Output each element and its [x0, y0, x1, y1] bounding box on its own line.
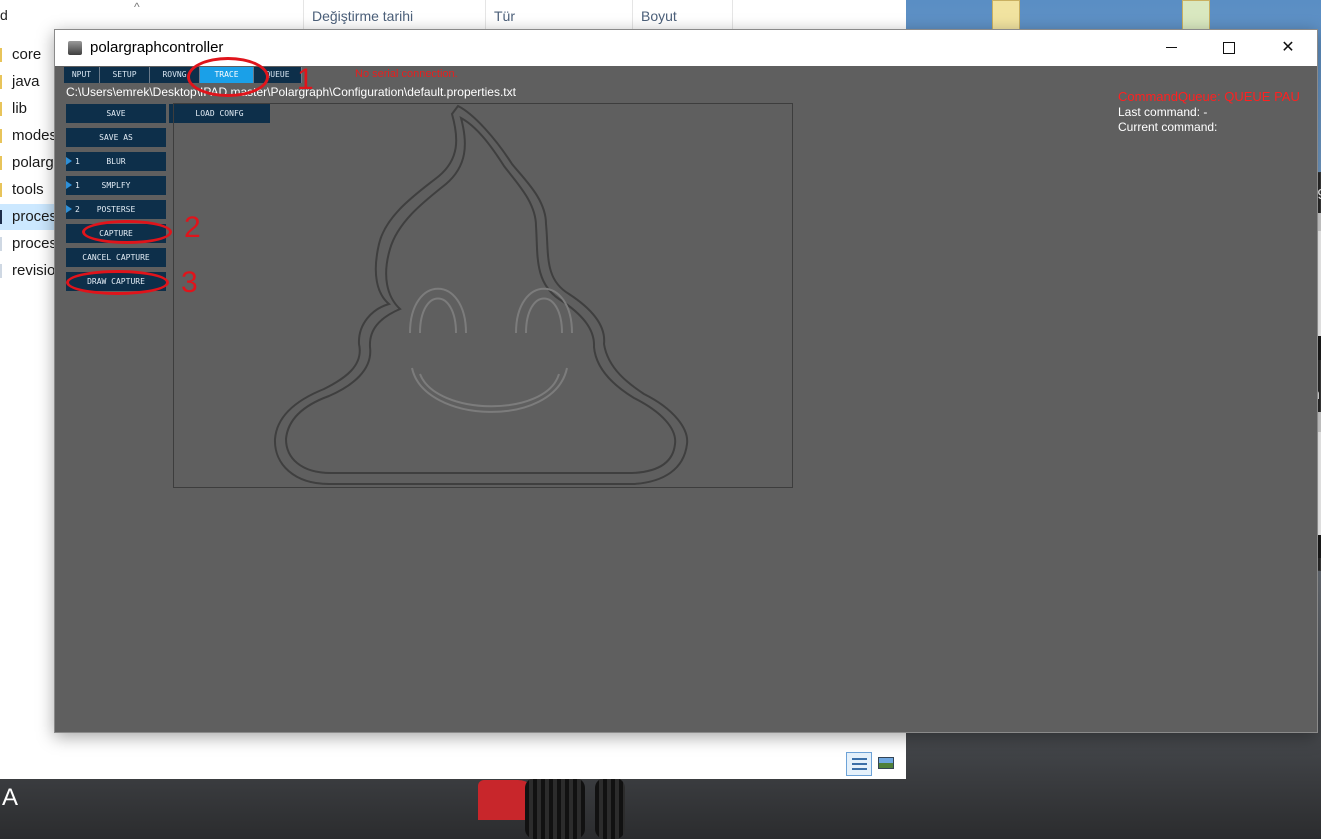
nav-item-revisions[interactable]: revisio [0, 258, 56, 284]
close-button[interactable]: ✕ [1259, 30, 1317, 66]
car-tire [525, 778, 585, 839]
app-icon [68, 41, 82, 55]
file-icon[interactable] [992, 0, 1020, 30]
simplify-control[interactable]: 1 SMPLFY [66, 176, 166, 195]
last-command: Last command: - [1118, 105, 1208, 119]
maximize-icon [1223, 41, 1235, 54]
chevron-up-icon[interactable]: ^ [134, 0, 140, 14]
posterise-label: POSTERSE [96, 205, 136, 214]
annotation-ellipse-capture [82, 220, 172, 244]
simplify-value: 1 [75, 181, 80, 190]
details-view-icon [852, 758, 867, 770]
nav-item-polargraph[interactable]: polarg [0, 150, 56, 176]
triangle-right-icon [66, 157, 72, 165]
traced-emoji-outline [273, 104, 689, 485]
annotation-number-1: 1 [297, 63, 314, 96]
nav-item-core[interactable]: core [0, 42, 56, 68]
window-title: polargraphcontroller [90, 39, 224, 56]
nav-item-tools[interactable]: tools [0, 177, 56, 203]
trace-preview-area[interactable] [173, 103, 793, 488]
folder-icon [0, 75, 2, 89]
config-file-path: C:\Users\emrek\Desktop\IPAD master\Polar… [66, 85, 516, 99]
command-queue-status: CommandQueue: QUEUE PAU [1118, 89, 1300, 104]
tab-input[interactable]: NPUT [64, 67, 100, 83]
close-icon: ✕ [1281, 39, 1295, 56]
nav-item-lib[interactable]: lib [0, 96, 56, 122]
folder-icon [0, 102, 2, 116]
triangle-right-icon [66, 181, 72, 189]
details-view-button[interactable] [846, 752, 872, 776]
large-icons-view-button[interactable] [874, 752, 900, 776]
file-icon[interactable] [1182, 0, 1210, 30]
save-as-button[interactable]: SAVE AS [66, 128, 166, 147]
posterise-control[interactable]: 2 POSTERSE [66, 200, 166, 219]
nav-item-processing-file[interactable]: proces [0, 231, 56, 257]
maximize-button[interactable] [1200, 30, 1258, 66]
annotation-number-3: 3 [181, 266, 198, 299]
triangle-right-icon [66, 205, 72, 213]
truncated-text: d [0, 7, 8, 23]
large-icons-view-icon [878, 757, 894, 769]
nav-item-java[interactable]: java [0, 69, 56, 95]
minimize-button[interactable] [1142, 30, 1200, 66]
document-icon [0, 264, 2, 278]
view-toggle [846, 752, 900, 776]
car-tire [595, 778, 625, 839]
blur-control[interactable]: 1 BLUR [66, 152, 166, 171]
tab-setup[interactable]: SETUP [100, 67, 150, 83]
cancel-capture-button[interactable]: CANCEL CAPTURE [66, 248, 166, 267]
nav-item-processing-exe[interactable]: proces [0, 204, 56, 230]
annotation-ellipse-trace [187, 57, 269, 97]
current-command: Current command: [1118, 120, 1218, 134]
folder-icon [0, 129, 2, 143]
polargraph-window: polargraphcontroller ✕ NPUT SETUP ROVNG … [54, 29, 1318, 733]
save-button[interactable]: SAVE [66, 104, 166, 123]
minimize-icon [1165, 47, 1177, 49]
wallpaper-letter: A [2, 784, 19, 811]
app-canvas: NPUT SETUP ROVNG TRACE QUEUE No serial c… [55, 66, 1317, 732]
desktop-file-icons [985, 0, 1215, 30]
annotation-number-2: 2 [184, 211, 201, 244]
processing-app-icon [0, 210, 2, 224]
folder-icon [0, 183, 2, 197]
blur-label: BLUR [106, 157, 126, 166]
annotation-ellipse-draw-capture [66, 270, 169, 295]
nav-item-modes[interactable]: modes [0, 123, 56, 149]
posterise-value: 2 [75, 205, 80, 214]
car-photo [470, 778, 670, 839]
serial-status-message: No serial connection. [355, 68, 458, 80]
blur-value: 1 [75, 157, 80, 166]
simplify-label: SMPLFY [101, 181, 131, 190]
folder-icon [0, 48, 2, 62]
folder-icon [0, 156, 2, 170]
document-icon [0, 237, 2, 251]
